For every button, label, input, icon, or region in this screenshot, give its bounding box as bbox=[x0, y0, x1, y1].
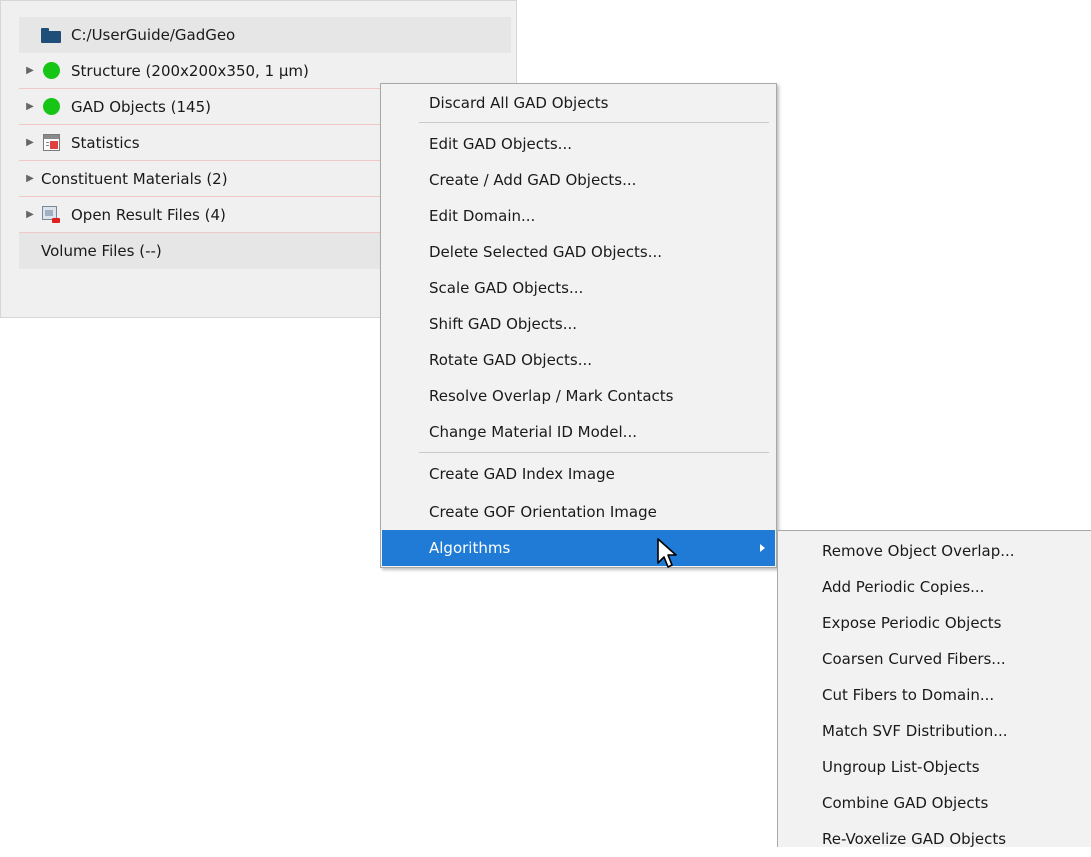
tree-root-row[interactable]: C:/UserGuide/GadGeo bbox=[19, 17, 511, 53]
gad-objects-context-menu: Discard All GAD Objects Edit GAD Objects… bbox=[380, 83, 777, 568]
tree-root-path: C:/UserGuide/GadGeo bbox=[71, 26, 236, 44]
expand-arrow-icon[interactable]: ▶ bbox=[19, 161, 41, 197]
submenu-item-combine-gad-objects[interactable]: Combine GAD Objects bbox=[778, 785, 1091, 821]
menu-item-scale[interactable]: Scale GAD Objects... bbox=[382, 270, 775, 306]
menu-item-label: Algorithms bbox=[429, 539, 511, 557]
menu-item-algorithms[interactable]: Algorithms bbox=[382, 530, 775, 566]
menu-item-shift[interactable]: Shift GAD Objects... bbox=[382, 306, 775, 342]
tree-item-label: Constituent Materials (2) bbox=[41, 169, 228, 188]
menu-item-edit-domain[interactable]: Edit Domain... bbox=[382, 198, 775, 234]
submenu-item-match-svf-distribution[interactable]: Match SVF Distribution... bbox=[778, 713, 1091, 749]
tree-item-label: Volume Files (--) bbox=[41, 242, 162, 260]
expand-arrow-icon[interactable]: ▶ bbox=[19, 89, 41, 125]
submenu-item-remove-object-overlap[interactable]: Remove Object Overlap... bbox=[778, 533, 1091, 569]
submenu-arrow-icon bbox=[760, 544, 765, 552]
green-status-dot-icon bbox=[41, 61, 61, 81]
menu-item-create-gad-index-image[interactable]: Create GAD Index Image bbox=[382, 456, 775, 492]
menu-separator bbox=[419, 122, 769, 123]
expand-arrow-icon[interactable]: ▶ bbox=[19, 197, 41, 233]
submenu-item-coarsen-curved-fibers[interactable]: Coarsen Curved Fibers... bbox=[778, 641, 1091, 677]
menu-item-delete-selected[interactable]: Delete Selected GAD Objects... bbox=[382, 234, 775, 270]
submenu-item-ungroup-list-objects[interactable]: Ungroup List-Objects bbox=[778, 749, 1091, 785]
expand-arrow-icon[interactable]: ▶ bbox=[19, 53, 41, 89]
menu-item-rotate[interactable]: Rotate GAD Objects... bbox=[382, 342, 775, 378]
algorithms-submenu: Remove Object Overlap... Add Periodic Co… bbox=[777, 530, 1091, 848]
tree-item-label: Statistics bbox=[71, 133, 140, 152]
submenu-item-cut-fibers-to-domain[interactable]: Cut Fibers to Domain... bbox=[778, 677, 1091, 713]
menu-separator bbox=[419, 452, 769, 453]
statistics-icon bbox=[41, 133, 61, 153]
tree-item-label: Open Result Files (4) bbox=[71, 205, 226, 224]
submenu-item-add-periodic-copies[interactable]: Add Periodic Copies... bbox=[778, 569, 1091, 605]
submenu-item-re-voxelize-gad-objects[interactable]: Re-Voxelize GAD Objects bbox=[778, 821, 1091, 857]
green-status-dot-icon bbox=[41, 97, 61, 117]
menu-item-change-material-id[interactable]: Change Material ID Model... bbox=[382, 414, 775, 450]
expand-arrow-icon[interactable]: ▶ bbox=[19, 125, 41, 161]
menu-item-resolve-overlap[interactable]: Resolve Overlap / Mark Contacts bbox=[382, 378, 775, 414]
tree-item-label: GAD Objects (145) bbox=[71, 97, 211, 116]
menu-item-create-add-gad-objects[interactable]: Create / Add GAD Objects... bbox=[382, 162, 775, 198]
menu-item-create-gof-orientation-image[interactable]: Create GOF Orientation Image bbox=[382, 494, 775, 530]
tree-item-label: Structure (200x200x350, 1 µm) bbox=[71, 61, 309, 80]
menu-item-discard-all[interactable]: Discard All GAD Objects bbox=[382, 85, 775, 121]
menu-item-edit-gad-objects[interactable]: Edit GAD Objects... bbox=[382, 126, 775, 162]
result-file-icon bbox=[41, 205, 61, 225]
folder-icon bbox=[41, 25, 61, 45]
submenu-item-expose-periodic-objects[interactable]: Expose Periodic Objects bbox=[778, 605, 1091, 641]
mouse-pointer-icon bbox=[657, 538, 677, 568]
